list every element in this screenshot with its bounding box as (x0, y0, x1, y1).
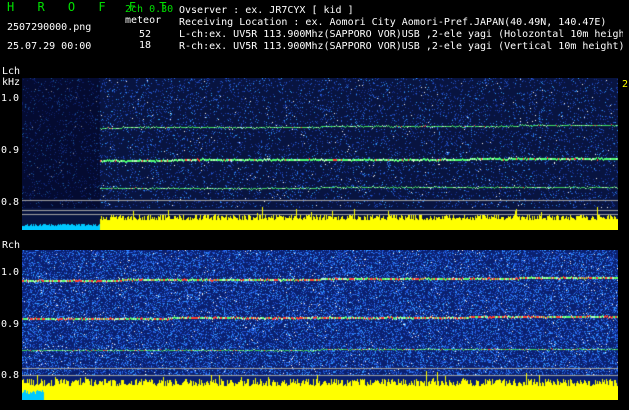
mode-label: 2ch 0.30 (125, 4, 174, 15)
lch-label: Lch (2, 66, 21, 77)
lch-unit: kHz (2, 77, 21, 88)
meteor-count-r: 18 (139, 40, 152, 51)
datetime-label: 25.07.29 00:00 (7, 41, 92, 52)
filename-label: 2507290000.png (7, 22, 92, 33)
rch-tick-1-0: 1.0 (1, 267, 20, 278)
lch-tick-0-8: 0.8 (1, 197, 20, 208)
rch-label: Rch (2, 240, 21, 251)
meteor-label: meteor (125, 15, 162, 26)
rch-info: R-ch:ex. UV5R 113.900Mhz(SAPPORO VOR)USB… (179, 41, 623, 52)
lch-tick-0-9: 0.9 (1, 145, 20, 156)
lch-info: L-ch:ex. UV5R 113.900Mhz(SAPPORO VOR)USB… (179, 29, 623, 40)
segment-edge-label: 2 (622, 79, 629, 90)
lch-tick-1-0: 1.0 (1, 93, 20, 104)
location-info: Receiving Location : ex. Aomori City Aom… (179, 17, 607, 28)
lch-spectrogram (22, 78, 618, 230)
rch-spectrogram (22, 250, 618, 400)
rch-tick-0-9: 0.9 (1, 319, 20, 330)
observer-info: Ovserver : ex. JR7CYX [ kid ] (179, 5, 354, 16)
rch-tick-0-8: 0.8 (1, 370, 20, 381)
meteor-count-l: 52 (139, 29, 152, 40)
